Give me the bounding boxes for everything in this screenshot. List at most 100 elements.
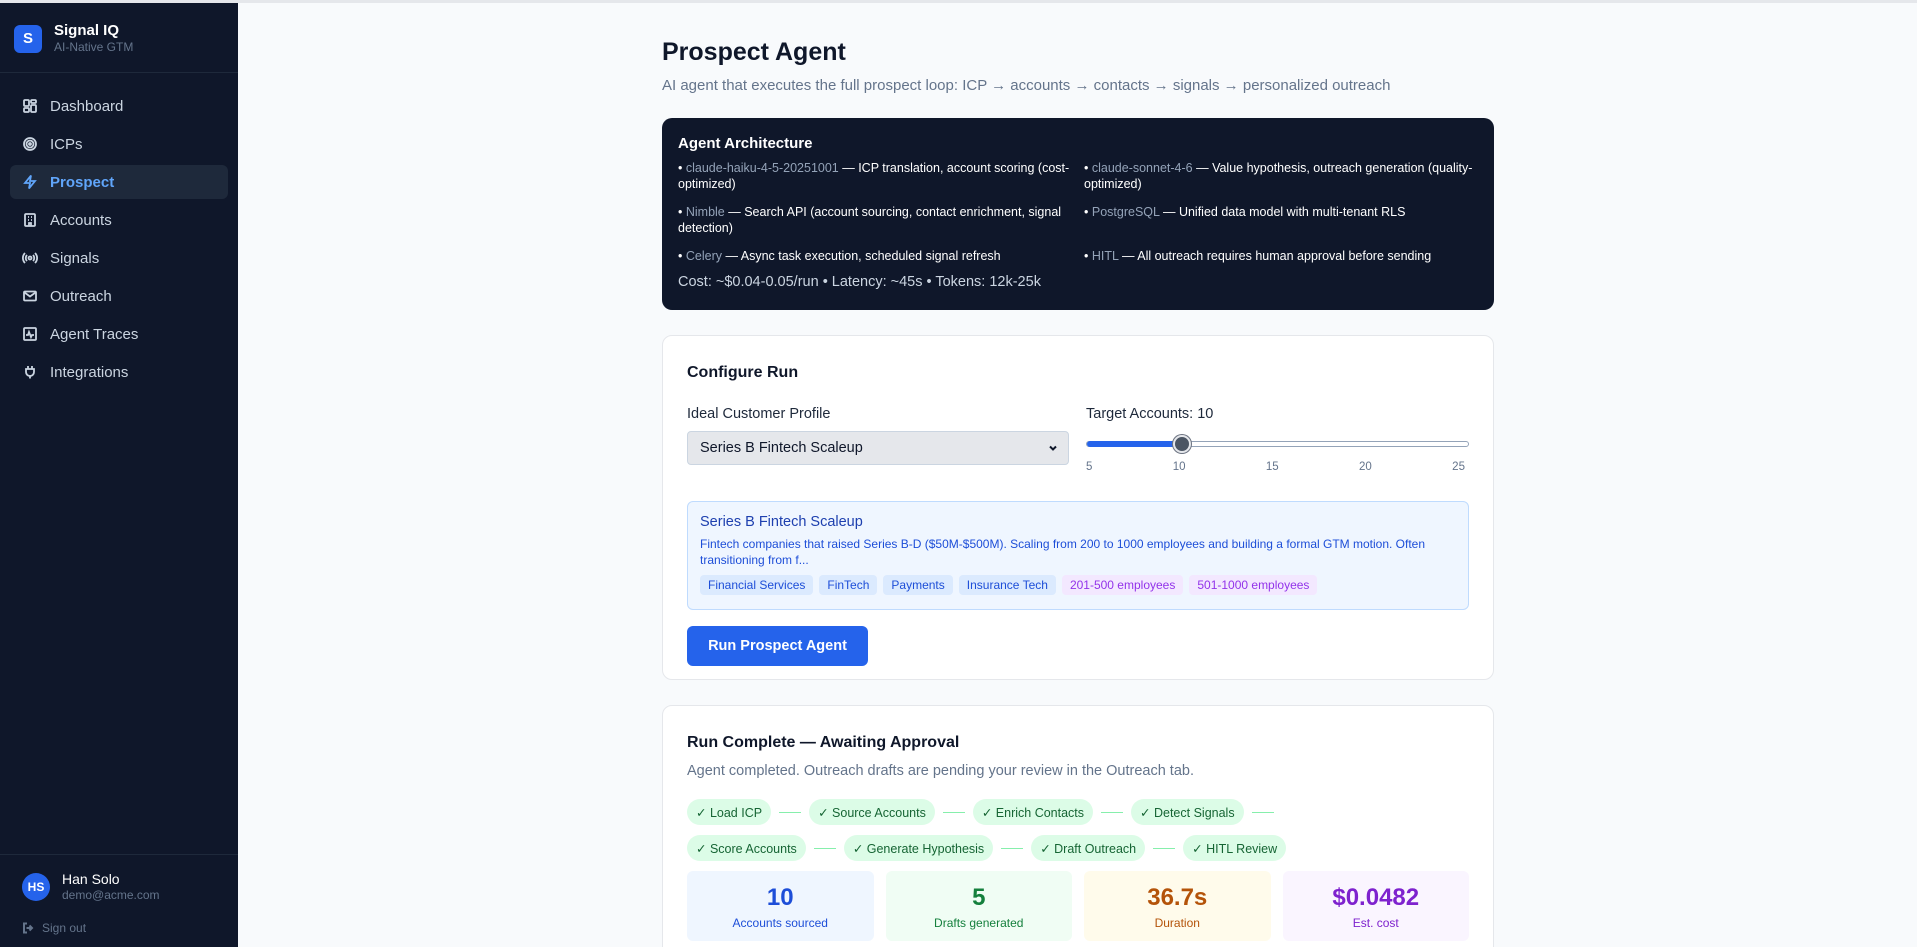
sidebar-item-label: Accounts [50,211,112,229]
sidebar-item-signals[interactable]: Signals [10,241,228,275]
avatar: HS [22,873,50,901]
step-connector [813,847,836,849]
sidebar-item-label: Dashboard [50,97,124,115]
sidebar-item-label: Integrations [50,363,129,381]
sidebar: S Signal IQ AI-Native GTM Dashboard ICPs… [0,0,238,947]
run-complete-title: Run Complete — Awaiting Approval [687,734,960,751]
slider-tick: 15 [1265,461,1279,473]
sign-out-button[interactable]: Sign out [22,921,224,935]
industry-tag: Financial Services [700,575,814,595]
architecture-item-name: claude-haiku-4-5-20251001 [685,161,839,175]
stat-label: Duration [1154,916,1200,930]
stat-value: 5 [972,884,986,911]
architecture-item: • Celery — Async task execution, schedul… [678,249,1001,263]
icp-label: Ideal Customer Profile [687,406,831,422]
dashboard-icon [22,98,38,114]
company-size-tag: 501-1000 employees [1189,575,1318,595]
target-accounts-slider[interactable] [1086,435,1469,453]
slider-ticks: 5 10 15 20 25 [1086,461,1469,473]
industry-tag: Insurance Tech [958,575,1056,595]
step-connector [1101,811,1124,813]
run-complete-card: Run Complete — Awaiting Approval Agent c… [662,705,1494,947]
architecture-item-name: HITL [1091,249,1119,263]
plug-icon [22,364,38,380]
target-accounts-label: Target Accounts: 10 [1086,406,1214,422]
main-content: Prospect Agent AI agent that executes th… [238,0,1917,947]
pipeline-step: ✓ HITL Review [1183,835,1287,861]
slider-thumb[interactable] [1173,435,1192,453]
sign-out-icon [23,922,34,934]
user-name: Han Solo [62,871,120,887]
step-connector [1153,847,1176,849]
stat-label: Est. cost [1352,916,1399,930]
pipeline-step: ✓ Detect Signals [1131,799,1244,825]
configure-run-card: Configure Run Ideal Customer Profile Ser… [662,335,1494,680]
sidebar-item-icps[interactable]: ICPs [10,127,228,161]
icp-select[interactable]: Series B Fintech Scaleup [687,431,1069,465]
icp-preview-name: Series B Fintech Scaleup [700,514,863,530]
stat-label: Drafts generated [934,916,1024,930]
mail-icon [22,288,38,304]
architecture-item-desc: — All outreach requires human approval b… [1118,249,1432,263]
lightning-icon [22,174,38,190]
step-connector [1251,811,1274,813]
sidebar-item-label: Signals [50,249,100,267]
step-connector [1001,847,1024,849]
run-complete-subtitle: Agent completed. Outreach drafts are pen… [687,763,1194,779]
architecture-item: • PostgreSQL — Unified data model with m… [1084,205,1406,219]
architecture-item-name: Celery [685,249,722,263]
brand[interactable]: S Signal IQ AI-Native GTM [0,3,238,73]
sidebar-item-label: Agent Traces [50,325,139,343]
industry-tag: FinTech [819,575,878,595]
chevron-down-icon [1049,445,1057,451]
industry-tag: Payments [883,575,953,595]
pipeline-step: ✓ Score Accounts [687,835,806,861]
run-stats: 10 Accounts sourced 5 Drafts generated 3… [687,871,1469,941]
sidebar-item-label: Prospect [50,173,115,191]
user-block: HS Han Solo demo@acme.com Sign out [0,854,238,947]
sidebar-item-agent-traces[interactable]: Agent Traces [10,317,228,351]
page-content: Prospect Agent AI agent that executes th… [662,3,1494,947]
company-size-tag: 201-500 employees [1061,575,1184,595]
stat-value: 36.7s [1147,884,1208,911]
brand-tagline: AI-Native GTM [54,40,134,54]
stat-card: 36.7s Duration [1084,871,1271,941]
sign-out-label: Sign out [42,921,87,935]
sidebar-item-outreach[interactable]: Outreach [10,279,228,313]
agent-architecture-panel: Agent Architecture • claude-haiku-4-5-20… [662,118,1494,310]
stat-card: 10 Accounts sourced [687,871,874,941]
sidebar-item-dashboard[interactable]: Dashboard [10,89,228,123]
building-icon [22,212,38,228]
step-connector [942,811,965,813]
slider-tick: 10 [1172,461,1186,473]
architecture-item-desc: — Async task execution, scheduled signal… [721,249,1001,263]
page-title: Prospect Agent [662,38,846,66]
pipeline-step: ✓ Generate Hypothesis [843,835,994,861]
architecture-item-name: Nimble [685,205,725,219]
icp-preview-description: Fintech companies that raised Series B-D… [700,537,1426,567]
pipeline-step: ✓ Load ICP [687,799,772,825]
sidebar-item-label: Outreach [50,287,112,305]
stat-value: $0.0482 [1332,884,1420,911]
architecture-cost-line: Cost: ~$0.04-0.05/run • Latency: ~45s • … [678,274,1041,290]
user-profile[interactable]: HS Han Solo demo@acme.com [22,871,224,903]
stat-label: Accounts sourced [732,916,828,930]
architecture-item-desc: — Unified data model with multi-tenant R… [1159,205,1406,219]
sidebar-item-integrations[interactable]: Integrations [10,355,228,389]
sidebar-item-label: ICPs [50,135,83,153]
architecture-item: • Nimble — Search API (account sourcing,… [678,205,1062,235]
brand-name: Signal IQ [54,22,120,39]
sidebar-item-accounts[interactable]: Accounts [10,203,228,237]
stat-value: 10 [766,884,794,911]
run-prospect-agent-button[interactable]: Run Prospect Agent [687,626,868,666]
icp-preview: Series B Fintech Scaleup Fintech compani… [687,501,1469,610]
pipeline-step: ✓ Draft Outreach [1031,835,1146,861]
icp-select-value: Series B Fintech Scaleup [700,440,863,456]
slider-tick: 5 [1086,461,1093,473]
stat-card: $0.0482 Est. cost [1282,871,1469,941]
configure-run-title: Configure Run [687,364,799,381]
architecture-item: • claude-haiku-4-5-20251001 — ICP transl… [678,161,1070,191]
target-icon [22,136,38,152]
sidebar-item-prospect[interactable]: Prospect [10,165,228,199]
pipeline-step: ✓ Enrich Contacts [972,799,1094,825]
